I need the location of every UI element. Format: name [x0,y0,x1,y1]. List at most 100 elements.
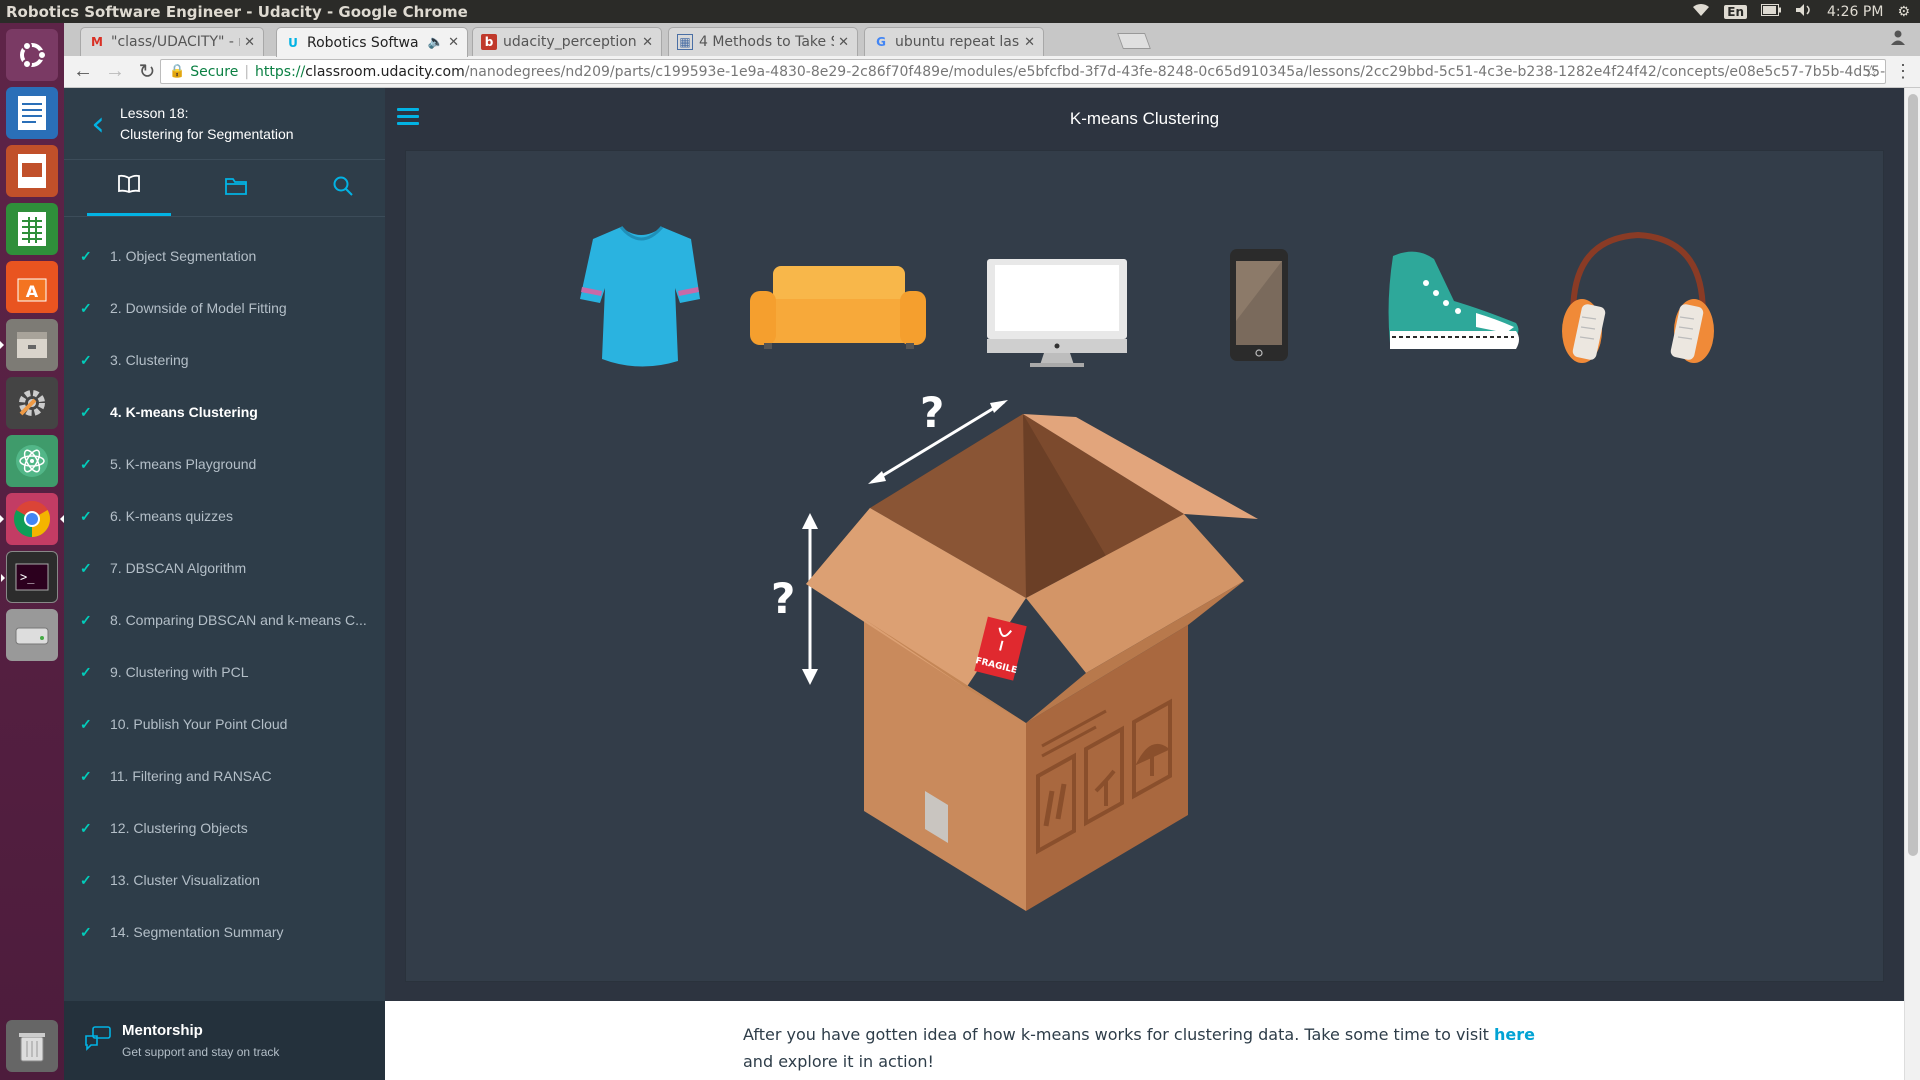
concept-item[interactable]: ✓ 3. Clustering [64,334,385,386]
playground-link[interactable]: here [1494,1025,1535,1044]
concept-item[interactable]: ✓ 2. Downside of Model Fitting [64,282,385,334]
reload-icon[interactable]: ↻ [134,59,160,84]
tab-gmail[interactable]: M "class/UDACITY" - m ✕ [80,27,264,56]
lesson-number: Lesson 18: [120,104,189,121]
system-settings-icon[interactable] [6,377,58,429]
tab-label: Robotics Softwa [307,34,419,51]
lesson-sidebar: ‹ Lesson 18: Clustering for Segmentation [64,88,385,1080]
concept-item[interactable]: ✓ 5. K-means Playground [64,438,385,490]
libreoffice-impress-icon[interactable] [6,145,58,197]
paragraph-text-after: and explore it in action! [743,1052,934,1071]
concept-content: K-means Clustering ? ? FRAGILE After you… [385,88,1904,1080]
paragraph-text-before: After you have gotten idea of how k-mean… [743,1025,1494,1044]
terminal-icon[interactable]: >_ [1,551,58,603]
forward-arrow-icon[interactable]: → [102,60,128,83]
bookmark-star-icon[interactable]: ☆ [1864,62,1879,82]
checkmark-icon: ✓ [80,507,92,524]
close-tab-icon[interactable]: ✕ [244,35,255,50]
concept-list: ✓ 1. Object Segmentation ✓ 2. Downside of M… [64,217,385,958]
concept-item[interactable]: ✓ 14. Segmentation Summary [64,906,385,958]
checkmark-icon: ✓ [80,819,92,836]
back-arrow-icon[interactable]: ← [70,60,96,83]
omnibox-separator: | [244,63,250,80]
concept-item[interactable]: ✓ 8. Comparing DBSCAN and k-means C... [64,594,385,646]
concept-item[interactable]: ✓ 1. Object Segmentation [64,230,385,282]
page-scrollbar[interactable] [1904,88,1920,1080]
concept-item[interactable]: ✓ 9. Clustering with PCL [64,646,385,698]
concept-item[interactable]: ✓ 6. K-means quizzes [64,490,385,542]
libreoffice-writer-icon[interactable] [6,87,58,139]
open-book-icon [117,174,141,199]
concept-label: 2. Downside of Model Fitting [110,300,287,316]
concept-item[interactable]: ✓ 4. K-means Clustering [64,386,385,438]
bitbucket-icon: b [481,34,497,50]
tab-google-search[interactable]: G ubuntu repeat las s ✕ [864,27,1044,56]
address-bar[interactable]: 🔒 Secure | https:// classroom.udacity.co… [160,59,1886,84]
tab-search[interactable] [301,160,385,216]
concept-item[interactable]: ✓ 13. Cluster Visualization [64,854,385,906]
checkmark-icon: ✓ [80,455,92,472]
tab-udacity[interactable]: U Robotics Softwa 🔈 ✕ [276,27,468,57]
concept-label: 9. Clustering with PCL [110,664,249,680]
sneaker-icon [1388,251,1519,349]
volume-icon[interactable] [1795,3,1813,21]
battery-icon[interactable] [1761,3,1782,20]
trash-icon[interactable] [6,1020,58,1072]
chrome-menu-icon[interactable]: ⋮ [1894,61,1912,82]
concept-header: K-means Clustering [385,88,1904,150]
unity-launcher: A >_ [0,23,64,1080]
google-icon: G [876,35,886,49]
folder-icon [224,176,248,201]
concept-label: 6. K-means quizzes [110,508,233,524]
ubuntu-software-icon[interactable]: A [6,261,58,313]
new-tab-button[interactable] [1117,33,1151,49]
close-tab-icon[interactable]: ✕ [448,35,459,50]
scrollbar-thumb[interactable] [1908,94,1918,856]
disk-drive-icon[interactable] [6,609,58,661]
tab-wikihow[interactable]: ▦ 4 Methods to Take S ✕ [668,27,858,56]
concept-label: 4. K-means Clustering [110,404,258,420]
sidebar-tabs [64,160,385,217]
speaker-muted-icon[interactable]: 🔈 [428,35,444,50]
close-tab-icon[interactable]: ✕ [838,35,849,50]
tab-resources[interactable] [194,160,278,216]
tab-concepts[interactable] [87,160,171,216]
google-chrome-icon[interactable] [0,493,64,545]
mentorship-link[interactable]: Mentorship Get support and stay on track [64,1001,385,1080]
atom-editor-icon[interactable] [6,435,58,487]
checkmark-icon: ✓ [80,871,92,888]
udacity-icon: U [288,35,298,50]
window-title: Robotics Software Engineer - Udacity - G… [6,2,468,21]
concept-item[interactable]: ✓ 11. Filtering and RANSAC [64,750,385,802]
tab-bitbucket[interactable]: b udacity_perception ✕ [472,27,662,56]
libreoffice-calc-icon[interactable] [6,203,58,255]
concept-text-area: After you have gotten idea of how k-mean… [385,1001,1904,1080]
illustration-canvas: ? ? FRAGILE [580,225,1714,911]
height-question-mark: ? [771,574,795,623]
concept-title: K-means Clustering [1069,109,1220,128]
concept-label: 7. DBSCAN Algorithm [110,560,247,576]
wifi-icon[interactable] [1692,3,1710,21]
lesson-title: Clustering for Segmentation [120,125,294,142]
tab-label: "class/UDACITY" - m [111,34,241,50]
sofa-icon [750,266,926,349]
close-tab-icon[interactable]: ✕ [1024,35,1035,50]
concept-item[interactable]: ✓ 7. DBSCAN Algorithm [64,542,385,594]
ubuntu-dash-icon[interactable] [6,29,58,81]
close-tab-icon[interactable]: ✕ [642,35,653,50]
keyboard-layout-indicator[interactable]: En [1724,4,1748,19]
concept-label: 10. Publish Your Point Cloud [110,716,288,732]
lesson-header[interactable]: ‹ Lesson 18: Clustering for Segmentation [64,88,385,160]
profile-icon[interactable] [1890,29,1906,50]
settings-gear-icon[interactable]: ⚙ [1897,4,1910,20]
smartphone-icon [1230,249,1288,361]
concept-item[interactable]: ✓ 10. Publish Your Point Cloud [64,698,385,750]
clock[interactable]: 4:26 PM [1827,4,1883,20]
concept-item[interactable]: ✓ 12. Clustering Objects [64,802,385,854]
system-tray: En 4:26 PM ⚙ [1692,3,1920,21]
wikihow-icon: ▦ [677,34,693,50]
files-icon[interactable] [0,319,58,371]
hamburger-menu-icon[interactable] [397,108,419,129]
height-arrow-icon [802,513,818,685]
back-chevron-icon[interactable]: ‹ [76,104,120,144]
